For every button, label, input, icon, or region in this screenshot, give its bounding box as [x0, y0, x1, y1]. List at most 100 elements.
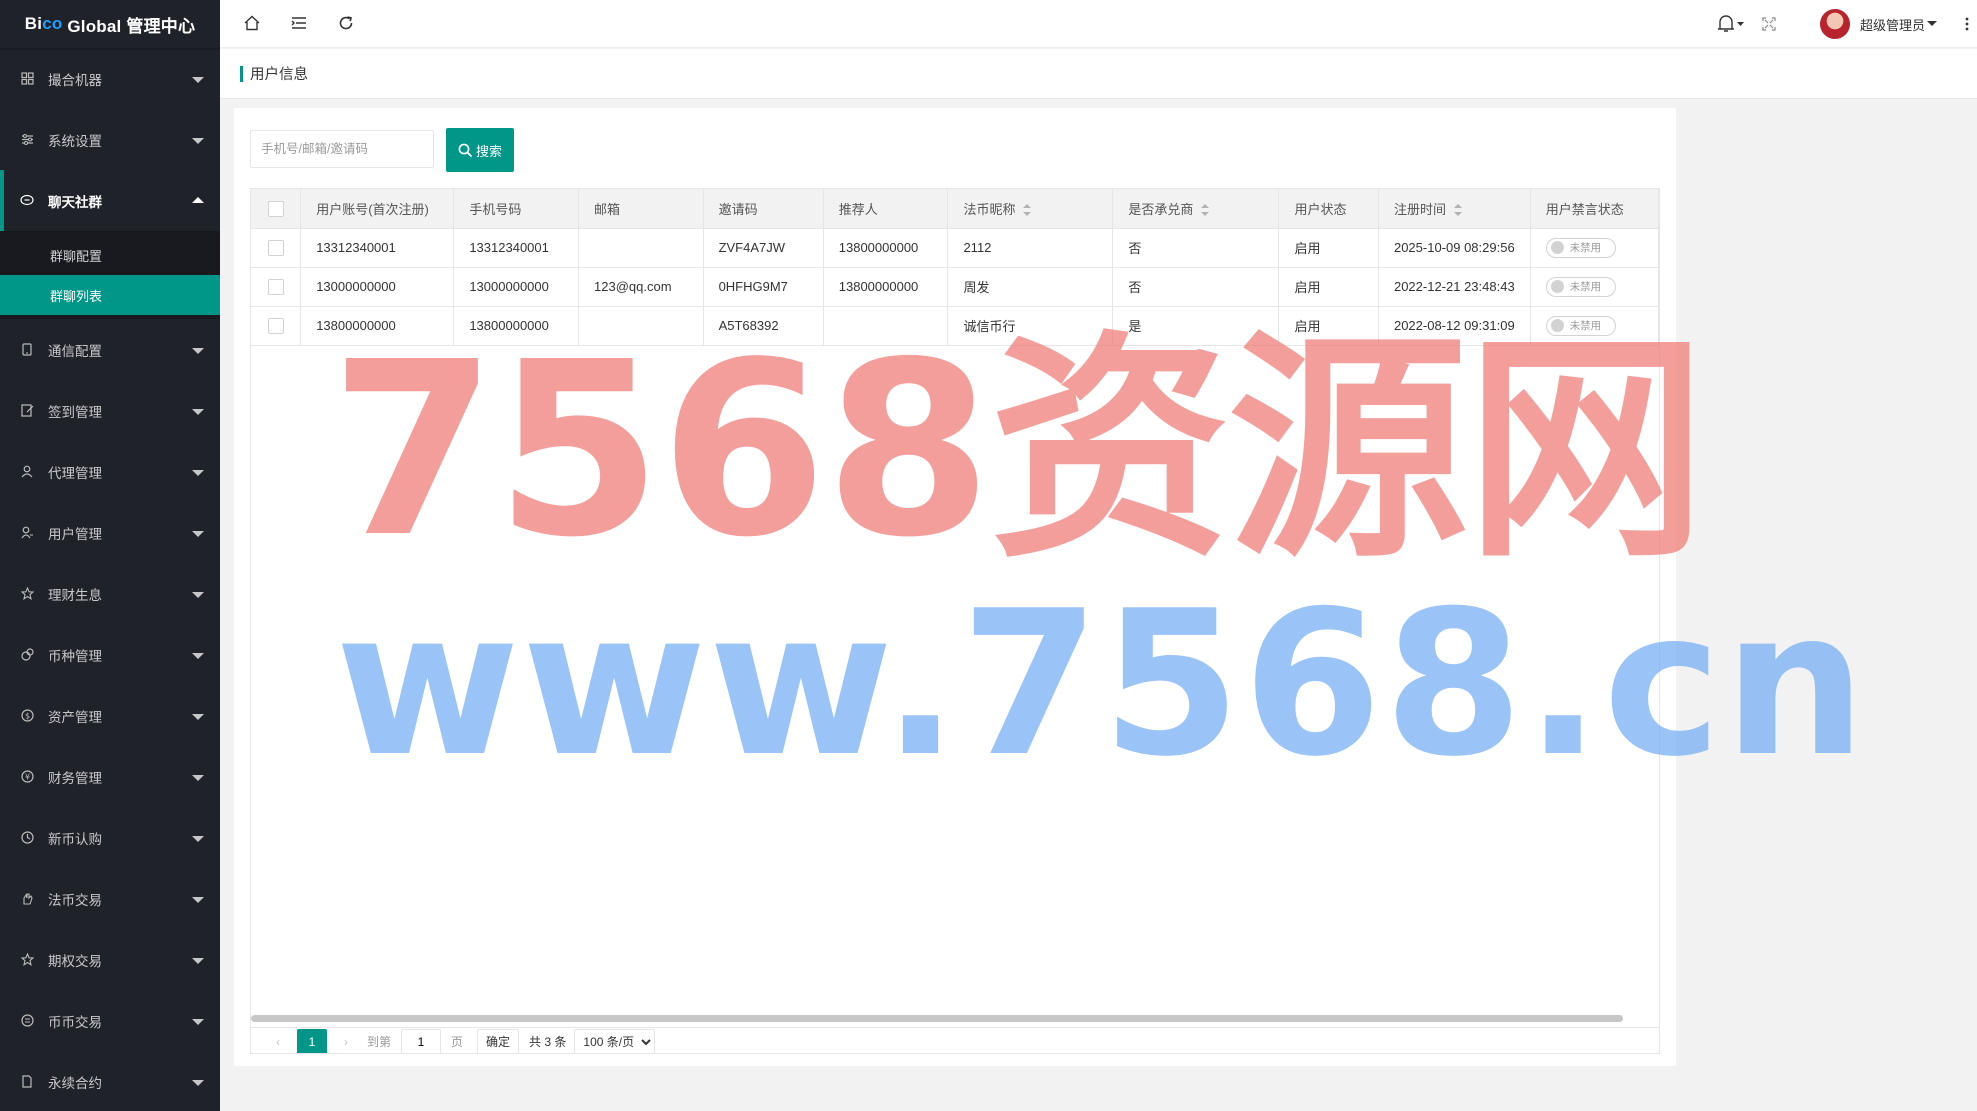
goto-confirm-button[interactable]: 确定: [477, 1028, 520, 1053]
user-name[interactable]: 超级管理员: [1860, 15, 1925, 34]
sidebar-item-perpetual[interactable]: 永续合约: [0, 1051, 220, 1111]
horizontal-scrollbar[interactable]: [251, 1015, 1623, 1022]
col-header-label: 法币昵称: [963, 201, 1016, 217]
sidebar-item-users[interactable]: 用户管理: [0, 502, 220, 563]
search-input[interactable]: [250, 130, 434, 168]
refresh-icon[interactable]: [337, 14, 357, 34]
sidebar: Bi co Global 管理中心 撮合机器 系统设置 聊天社群 群聊配置 群聊列…: [0, 0, 220, 1111]
sidebar-item-assets[interactable]: $ 资产管理: [0, 685, 220, 746]
col-header-label: 邮箱: [594, 201, 621, 217]
chevron-down-icon[interactable]: [1927, 20, 1937, 28]
col-header-label: 手机号码: [469, 201, 522, 217]
sidebar-item-label: 通信配置: [48, 343, 102, 359]
table-row[interactable]: 13800000000 13800000000 A5T68392 诚信币行 是 …: [251, 306, 1659, 346]
mute-toggle[interactable]: 未禁用: [1545, 276, 1616, 297]
cell-user-status: 启用: [1278, 228, 1379, 268]
chevron-down-icon: [192, 469, 204, 476]
sidebar-item-label: 币币交易: [48, 1014, 102, 1030]
user-table: 用户账号(首次注册) 手机号码 邮箱 邀请码 推荐人 法币昵称 是否承兑商 用户…: [250, 188, 1660, 1054]
row-checkbox[interactable]: [267, 278, 284, 295]
fullscreen-icon[interactable]: [1762, 17, 1776, 31]
chevron-down-icon: [192, 1079, 204, 1086]
col-header-acceptor[interactable]: 是否承兑商: [1112, 189, 1280, 229]
search-button[interactable]: 搜索: [446, 128, 514, 172]
sidebar-item-chat-community[interactable]: 聊天社群: [0, 170, 220, 231]
sort-icon[interactable]: [1023, 204, 1032, 217]
select-all-checkbox[interactable]: [267, 200, 284, 217]
toggle-knob: [1550, 280, 1564, 293]
sidebar-item-comm-config[interactable]: 通信配置: [0, 319, 220, 380]
col-header-account: 用户账号(首次注册): [300, 189, 455, 229]
cell-invite-code: 0HFHG9M7: [703, 267, 824, 307]
next-page-icon[interactable]: ›: [339, 1035, 353, 1049]
logo-text-rest: Global 管理中心: [62, 16, 196, 36]
page-size-select[interactable]: 100 条/页: [574, 1028, 656, 1053]
bell-icon[interactable]: [1716, 14, 1746, 34]
chevron-down-icon: [192, 957, 204, 964]
cell-phone: 13312340001: [453, 228, 580, 268]
col-header-email: 邮箱: [578, 189, 704, 229]
sidebar-item-options[interactable]: 期权交易: [0, 929, 220, 990]
row-checkbox[interactable]: [267, 317, 284, 334]
sidebar-item-new-coin[interactable]: 新币认购: [0, 807, 220, 868]
table-header-row: 用户账号(首次注册) 手机号码 邮箱 邀请码 推荐人 法币昵称 是否承兑商 用户…: [251, 189, 1659, 229]
row-checkbox[interactable]: [267, 239, 284, 256]
cell-email: 123@qq.com: [578, 267, 704, 307]
sidebar-item-checkin[interactable]: 签到管理: [0, 380, 220, 441]
total-count: 共 3 条: [529, 1035, 567, 1049]
table-row[interactable]: 13312340001 13312340001 ZVF4A7JW 1380000…: [251, 228, 1659, 268]
sort-icon[interactable]: [1201, 204, 1210, 217]
sidebar-subitem-group-list[interactable]: 群聊列表: [0, 275, 220, 315]
sidebar-item-finance-interest[interactable]: 理财生息: [0, 563, 220, 624]
current-page[interactable]: 1: [297, 1028, 327, 1053]
avatar[interactable]: [1819, 9, 1850, 39]
mute-toggle[interactable]: 未禁用: [1545, 237, 1616, 258]
chevron-down-icon: [192, 652, 204, 659]
table-row[interactable]: 13000000000 13000000000 123@qq.com 0HFHG…: [251, 267, 1659, 307]
app-logo[interactable]: Bi co Global 管理中心: [0, 0, 220, 48]
row-select-cell: [251, 228, 302, 268]
more-vertical-icon[interactable]: [1965, 17, 1969, 31]
sidebar-item-finance[interactable]: ¥ 财务管理: [0, 746, 220, 807]
cell-fiat-nickname: 周发: [947, 267, 1114, 307]
prev-page-icon[interactable]: ‹: [271, 1035, 285, 1049]
col-header-register-time[interactable]: 注册时间: [1378, 189, 1531, 229]
yen-icon: ¥: [20, 770, 34, 784]
goto-page-input[interactable]: [401, 1028, 442, 1053]
sidebar-submenu-chat: 群聊配置 群聊列表: [0, 231, 220, 319]
cell-referrer: 13800000000: [823, 267, 949, 307]
clock-icon: [20, 831, 34, 845]
cell-fiat-nickname: 诚信币行: [947, 306, 1114, 346]
logo-text-bi: Bi: [24, 14, 43, 33]
sidebar-item-label: 资产管理: [48, 709, 102, 725]
chevron-down-icon: [192, 347, 204, 354]
sidebar-item-label: 签到管理: [48, 404, 102, 420]
sidebar-item-fiat-trade[interactable]: 法币交易: [0, 868, 220, 929]
sidebar-item-spot-trade[interactable]: 币币交易: [0, 990, 220, 1051]
star-icon: [20, 587, 34, 601]
mute-toggle[interactable]: 未禁用: [1545, 315, 1616, 336]
cell-acceptor: 否: [1112, 228, 1280, 268]
sidebar-item-label: 财务管理: [48, 770, 102, 786]
sliders-icon: [20, 133, 34, 147]
sidebar-item-system-settings[interactable]: 系统设置: [0, 109, 220, 170]
sort-icon[interactable]: [1453, 204, 1462, 217]
cell-register-time: 2025-10-09 08:29:56: [1378, 228, 1531, 268]
col-header-label: 是否承兑商: [1128, 201, 1194, 217]
chevron-down-icon: [192, 835, 204, 842]
menu-toggle-icon[interactable]: [290, 14, 310, 34]
sidebar-item-currency[interactable]: 币种管理: [0, 624, 220, 685]
col-header-label: 用户账号(首次注册): [316, 201, 429, 217]
col-header-label: 邀请码: [718, 201, 758, 217]
pagination: ‹ 1 › 到第 页 确定 共 3 条 100 条/页: [251, 1027, 1659, 1053]
sidebar-subitem-label: 群聊配置: [50, 248, 103, 264]
cell-referrer: 13800000000: [823, 228, 949, 268]
home-icon[interactable]: [243, 14, 263, 34]
chevron-down-icon: [192, 408, 204, 415]
sidebar-item-match-robot[interactable]: 撮合机器: [0, 48, 220, 109]
col-header-fiat-nickname[interactable]: 法币昵称: [947, 189, 1114, 229]
sidebar-menu-rest: 通信配置 签到管理 代理管理 用户管理 理财生息 币种管理 $ 资产管理 ¥ 财…: [0, 319, 220, 1111]
cell-account: 13800000000: [300, 306, 455, 346]
sidebar-item-agent[interactable]: 代理管理: [0, 441, 220, 502]
sidebar-subitem-group-config[interactable]: 群聊配置: [0, 235, 220, 275]
